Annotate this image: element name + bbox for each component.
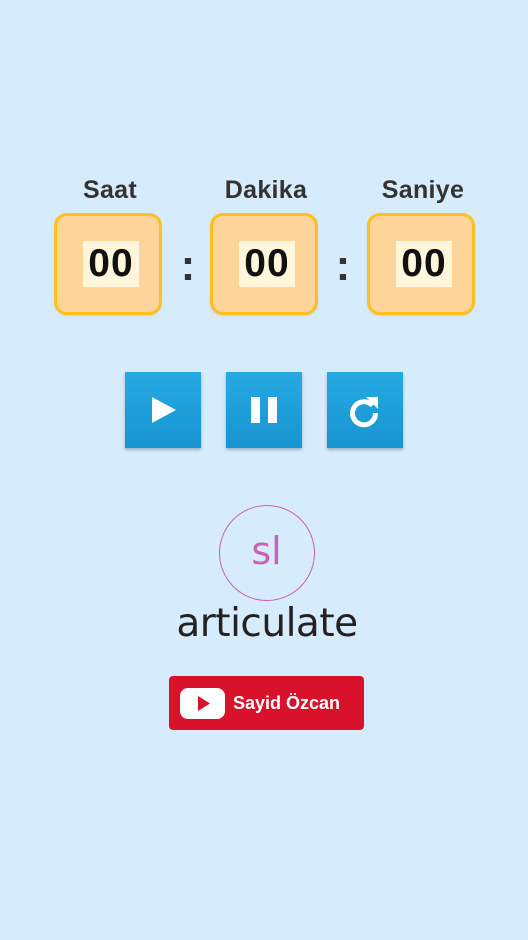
- hours-box: 00: [54, 213, 162, 315]
- youtube-play-icon: [180, 688, 225, 719]
- storyline-logo-text: sl: [251, 529, 282, 573]
- play-button[interactable]: [125, 372, 201, 448]
- pause-icon: [251, 397, 277, 423]
- hours-label: Saat: [82, 176, 137, 204]
- minutes-box: 00: [210, 213, 318, 315]
- hours-minutes-separator: :: [180, 241, 196, 290]
- seconds-value: 00: [396, 241, 452, 287]
- articulate-logo: articulate: [176, 601, 358, 644]
- hours-value: 00: [83, 241, 139, 287]
- youtube-channel-button[interactable]: Sayid Özcan: [169, 676, 364, 730]
- seconds-box: 00: [367, 213, 475, 315]
- minutes-label: Dakika: [224, 176, 308, 204]
- youtube-channel-label: Sayid Özcan: [233, 693, 341, 713]
- reset-button[interactable]: [327, 372, 403, 448]
- play-icon: [152, 397, 176, 423]
- reset-icon: [350, 397, 379, 428]
- minutes-value: 00: [239, 241, 295, 287]
- pause-button[interactable]: [226, 372, 302, 448]
- articulate-wordmark: articulate: [176, 601, 357, 644]
- storyline-logo: sl: [219, 505, 315, 601]
- seconds-label: Saniye: [381, 176, 465, 204]
- minutes-seconds-separator: :: [335, 241, 351, 290]
